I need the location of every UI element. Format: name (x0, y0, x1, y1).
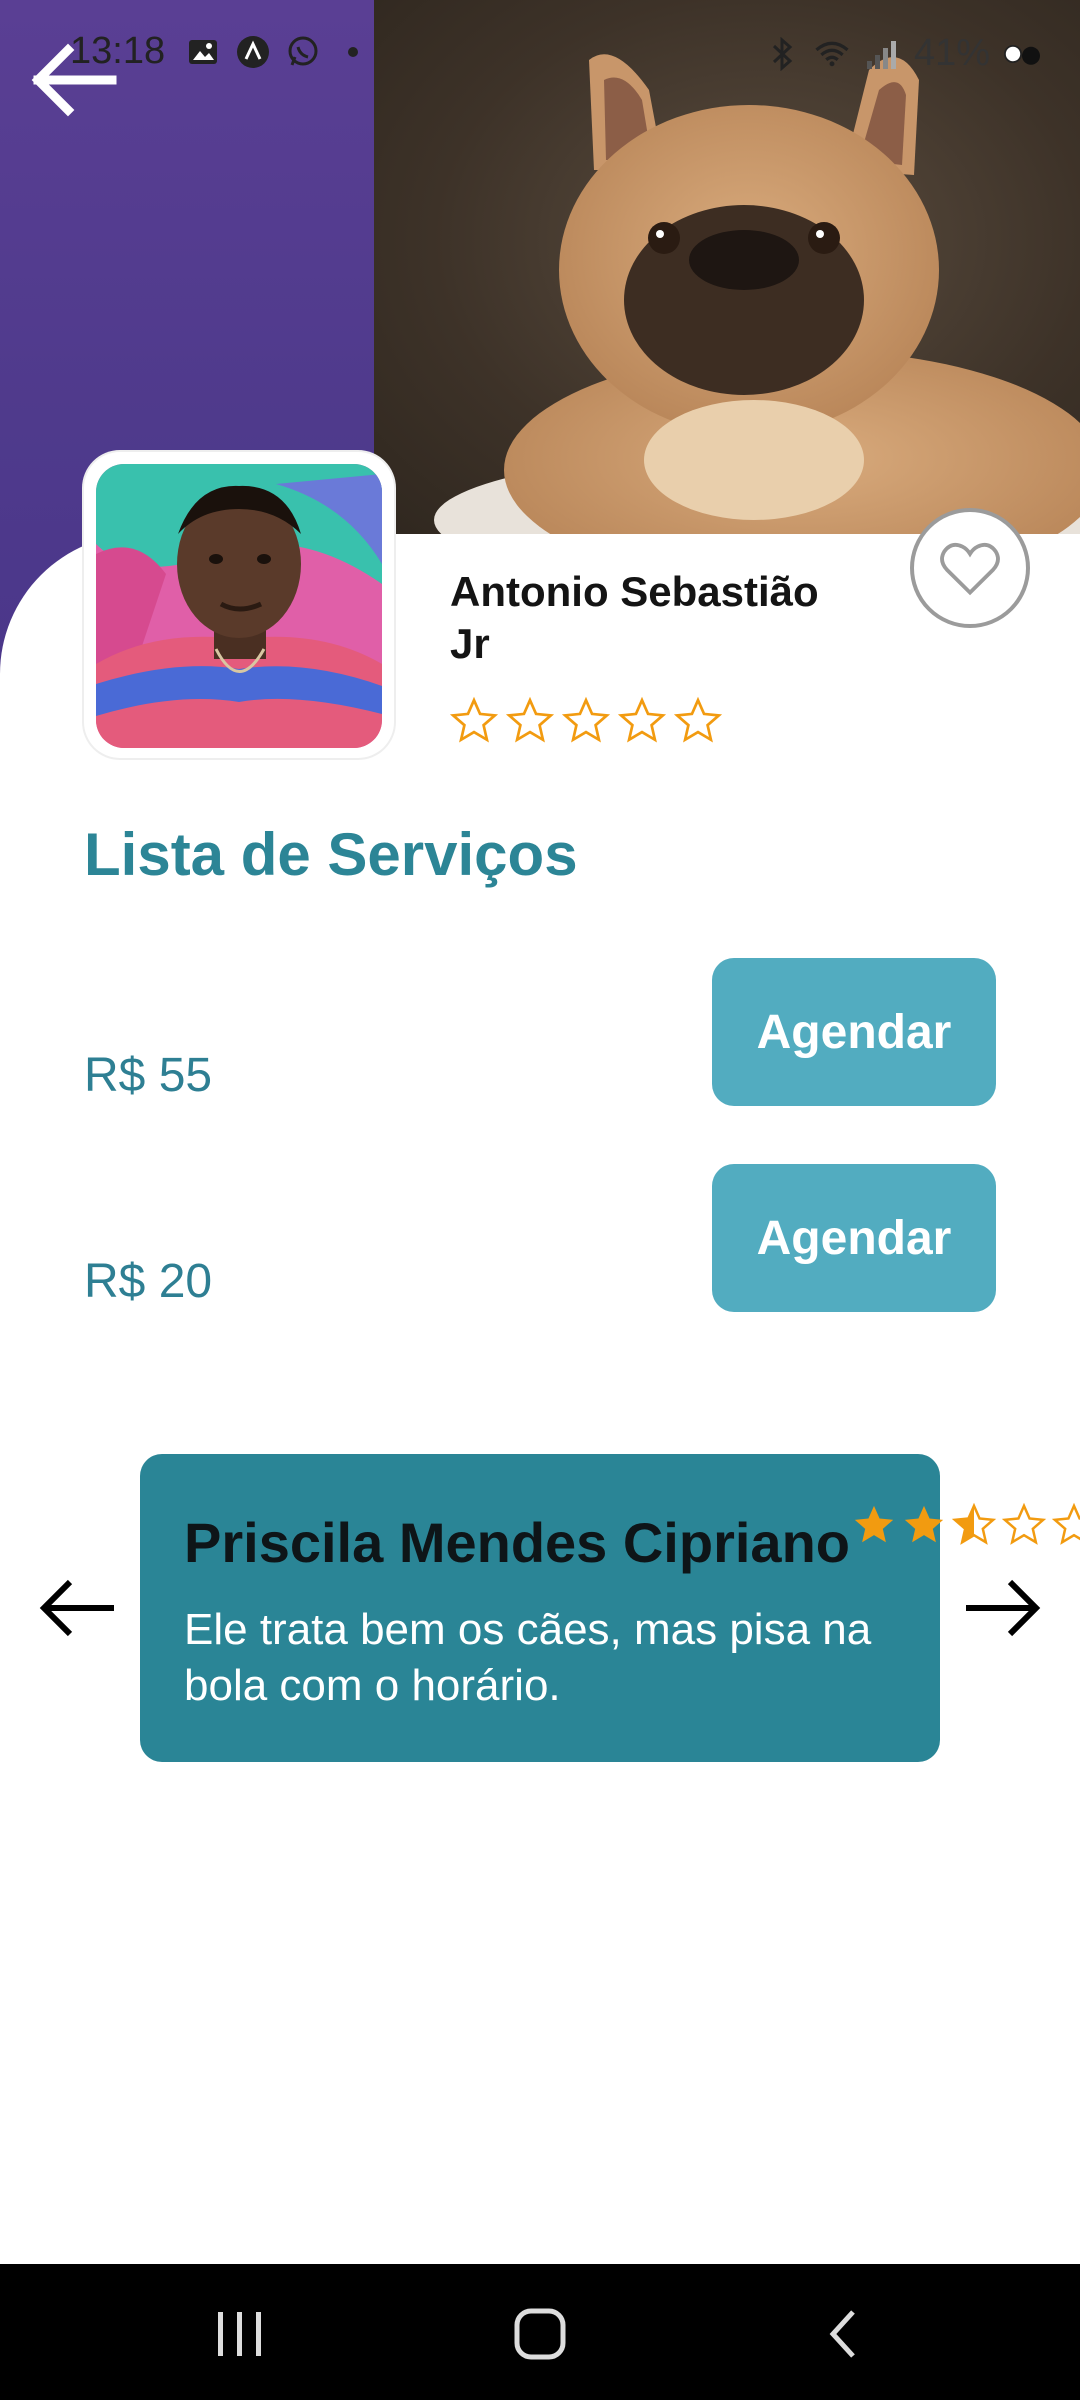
review-card: Priscila Mendes Cipriano Ele trata bem o… (140, 1454, 940, 1762)
provider-avatar-frame (84, 452, 394, 758)
image-icon (185, 34, 221, 70)
notification-icons (185, 34, 371, 70)
star-filled-icon (904, 1505, 944, 1543)
dot-icon (335, 34, 371, 70)
battery-percentage: 41% (913, 32, 990, 74)
service-price: R$ 55 (84, 1049, 213, 1102)
signal-icon (864, 36, 900, 72)
system-icons: 41% (764, 32, 1040, 75)
star-filled-icon (854, 1505, 894, 1543)
provider-name: Antonio Sebastião Jr (450, 568, 819, 667)
review-author: Priscila Mendes Cipriano (184, 1511, 850, 1574)
services-title: Lista de Serviços (84, 821, 578, 888)
whatsapp-icon (285, 34, 321, 70)
review-text: Ele trata bem os cães, mas pisa na bola … (184, 1605, 872, 1710)
schedule-button[interactable]: Agendar (712, 1164, 996, 1312)
star-empty-icon (449, 696, 499, 743)
star-empty-icon (505, 696, 555, 743)
service-price: R$ 20 (84, 1255, 213, 1308)
service-item: R$ 55 Agendar (0, 958, 1080, 1118)
next-review-button[interactable] (960, 1576, 1044, 1640)
arrow-left-icon (39, 1579, 114, 1637)
star-half-icon (951, 1502, 997, 1545)
favorite-button[interactable] (910, 508, 1030, 628)
star-empty-icon (1001, 1502, 1047, 1545)
wifi-icon (814, 36, 850, 72)
back-button[interactable] (28, 40, 118, 120)
heart-icon (940, 542, 1000, 596)
navigation-bar (0, 2264, 1080, 2400)
star-empty-icon (1051, 1502, 1080, 1545)
status-bar: 13:18 41% (0, 0, 1080, 110)
avatar (96, 464, 382, 748)
bluetooth-icon (764, 36, 800, 72)
schedule-button[interactable]: Agendar (712, 958, 996, 1106)
home-button[interactable] (510, 2306, 570, 2362)
battery-icon (1004, 36, 1040, 72)
system-back-button[interactable] (815, 2306, 875, 2362)
star-empty-icon (617, 696, 667, 743)
previous-review-button[interactable] (36, 1576, 120, 1640)
arrow-right-icon (966, 1579, 1041, 1637)
chevron-left-icon (829, 2310, 855, 2358)
star-empty-icon (673, 696, 723, 743)
app-icon (235, 34, 271, 70)
home-icon (514, 2308, 566, 2360)
star-empty-icon (561, 696, 611, 743)
recent-apps-icon (218, 2312, 261, 2356)
service-item: R$ 20 Agendar (0, 1164, 1080, 1324)
provider-rating (448, 696, 724, 746)
screen: 13:18 41% Antonio Sebastião Jr Lista de … (0, 0, 1080, 2400)
arrow-left-icon (31, 43, 117, 117)
recent-apps-button[interactable] (210, 2306, 270, 2362)
review-rating (850, 1502, 1080, 1548)
